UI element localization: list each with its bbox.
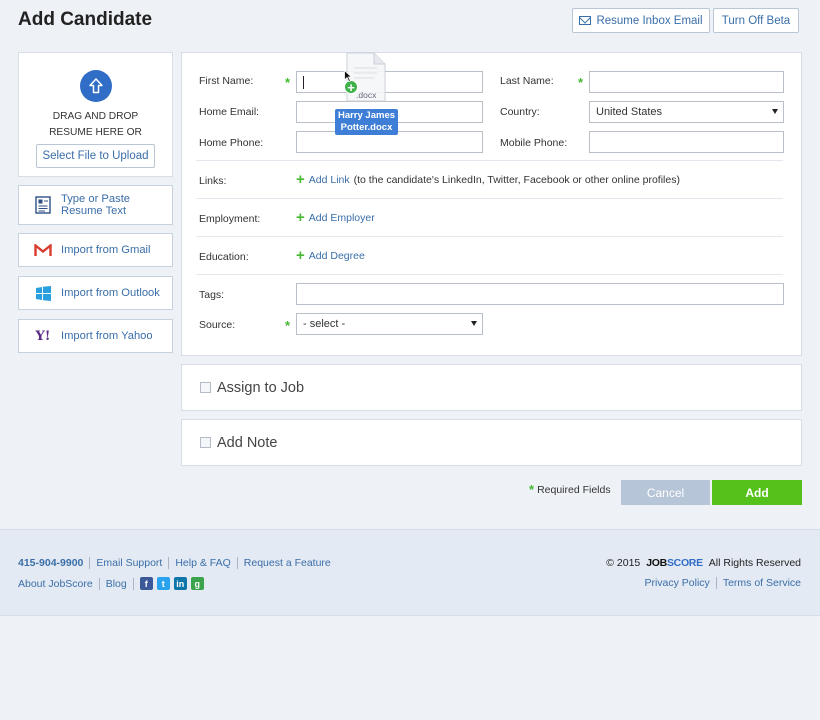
type-paste-resume-button[interactable]: Type or Paste Resume Text bbox=[18, 185, 173, 225]
legal-links-row: Privacy Policy Terms of Service bbox=[644, 577, 801, 589]
home-email-label: Home Email: bbox=[199, 106, 260, 118]
mobile-phone-input[interactable] bbox=[589, 131, 784, 153]
linkedin-icon[interactable]: in bbox=[173, 577, 187, 590]
plus-icon: + bbox=[296, 247, 305, 264]
divider bbox=[196, 274, 783, 275]
dragged-file-ghost: .docx + bbox=[344, 52, 386, 102]
add-note-section[interactable]: Add Note bbox=[181, 419, 802, 466]
twitter-icon[interactable]: t bbox=[156, 577, 170, 590]
terms-of-service-link[interactable]: Terms of Service bbox=[723, 577, 801, 589]
source-label: Source: bbox=[199, 319, 236, 331]
request-feature-link[interactable]: Request a Feature bbox=[244, 557, 331, 569]
tags-label: Tags: bbox=[199, 289, 225, 301]
add-link-button[interactable]: Add Link bbox=[309, 174, 350, 186]
assign-to-job-checkbox[interactable] bbox=[200, 382, 211, 393]
page-title: Add Candidate bbox=[18, 9, 153, 30]
resume-text-icon bbox=[32, 196, 54, 214]
dragged-file-name: Harry James Potter.docx bbox=[335, 109, 398, 135]
blog-link[interactable]: Blog bbox=[106, 578, 127, 590]
resume-drop-zone[interactable]: DRAG AND DROP RESUME HERE OR Select File… bbox=[18, 52, 173, 177]
envelope-icon bbox=[579, 16, 592, 25]
import-yahoo-button[interactable]: Y! Import from Yahoo bbox=[18, 319, 173, 353]
required-star: * bbox=[578, 75, 584, 90]
source-select[interactable]: - select - bbox=[296, 313, 483, 335]
add-link-hint: (to the candidate's LinkedIn, Twitter, F… bbox=[353, 174, 680, 186]
cancel-button[interactable]: Cancel bbox=[621, 480, 710, 505]
country-select[interactable]: United States bbox=[589, 101, 784, 123]
mobile-phone-label: Mobile Phone: bbox=[500, 137, 568, 149]
footer-links-row1: 415-904-9900 Email Support Help & FAQ Re… bbox=[18, 557, 331, 569]
country-label: Country: bbox=[500, 106, 540, 118]
windows-icon bbox=[32, 285, 54, 301]
import-outlook-button[interactable]: Import from Outlook bbox=[18, 276, 173, 310]
first-name-input[interactable] bbox=[296, 71, 483, 93]
home-phone-label: Home Phone: bbox=[199, 137, 264, 149]
add-button[interactable]: Add bbox=[712, 480, 802, 505]
divider bbox=[196, 236, 783, 237]
required-star: * bbox=[529, 482, 535, 497]
education-label: Education: bbox=[199, 251, 249, 263]
plus-icon: + bbox=[296, 171, 305, 188]
resume-inbox-email-button[interactable]: Resume Inbox Email bbox=[572, 8, 710, 33]
google-plus-icon[interactable]: g bbox=[190, 577, 204, 590]
add-note-checkbox[interactable] bbox=[200, 437, 211, 448]
add-employer-row: + Add Employer bbox=[296, 209, 375, 226]
add-degree-button[interactable]: Add Degree bbox=[309, 250, 365, 262]
yahoo-icon: Y! bbox=[35, 328, 51, 344]
select-file-button[interactable]: Select File to Upload bbox=[36, 144, 155, 168]
copy-plus-icon: + bbox=[344, 80, 358, 94]
jobscore-logo: JOBSCORE bbox=[646, 557, 703, 569]
required-fields-note: * Required Fields bbox=[529, 482, 611, 497]
candidate-form-panel bbox=[181, 52, 802, 356]
divider bbox=[196, 198, 783, 199]
add-employer-button[interactable]: Add Employer bbox=[309, 212, 375, 224]
plus-icon: + bbox=[296, 209, 305, 226]
mouse-pointer-icon bbox=[344, 70, 352, 82]
footer-links-row2: About JobScore Blog f t in g bbox=[18, 577, 208, 590]
phone-number: 415-904-9900 bbox=[18, 557, 84, 569]
add-link-row: + Add Link (to the candidate's LinkedIn,… bbox=[296, 171, 680, 188]
text-cursor bbox=[303, 75, 304, 89]
links-label: Links: bbox=[199, 175, 227, 187]
last-name-input[interactable] bbox=[589, 71, 784, 93]
required-star: * bbox=[285, 75, 291, 90]
turn-off-beta-button[interactable]: Turn Off Beta bbox=[713, 8, 799, 33]
privacy-policy-link[interactable]: Privacy Policy bbox=[644, 577, 709, 589]
add-degree-row: + Add Degree bbox=[296, 247, 365, 264]
gmail-icon bbox=[32, 243, 54, 257]
footer: 415-904-9900 Email Support Help & FAQ Re… bbox=[0, 529, 820, 616]
dropdown-arrow-icon bbox=[772, 109, 778, 114]
assign-to-job-section[interactable]: Assign to Job bbox=[181, 364, 802, 411]
last-name-label: Last Name: bbox=[500, 75, 554, 87]
drag-drop-text: DRAG AND DROP RESUME HERE OR bbox=[49, 111, 142, 138]
dropdown-arrow-icon bbox=[471, 321, 477, 326]
employment-label: Employment: bbox=[199, 213, 261, 225]
facebook-icon[interactable]: f bbox=[139, 577, 153, 590]
upload-arrow-icon bbox=[80, 70, 112, 102]
import-gmail-button[interactable]: Import from Gmail bbox=[18, 233, 173, 267]
first-name-label: First Name: bbox=[199, 75, 254, 87]
email-support-link[interactable]: Email Support bbox=[96, 557, 162, 569]
required-star: * bbox=[285, 318, 291, 333]
copyright-row: © 2015 JOBSCORE All Rights Reserved bbox=[606, 557, 801, 569]
tags-input[interactable] bbox=[296, 283, 784, 305]
about-link[interactable]: About JobScore bbox=[18, 578, 93, 590]
help-faq-link[interactable]: Help & FAQ bbox=[175, 557, 230, 569]
divider bbox=[196, 160, 783, 161]
